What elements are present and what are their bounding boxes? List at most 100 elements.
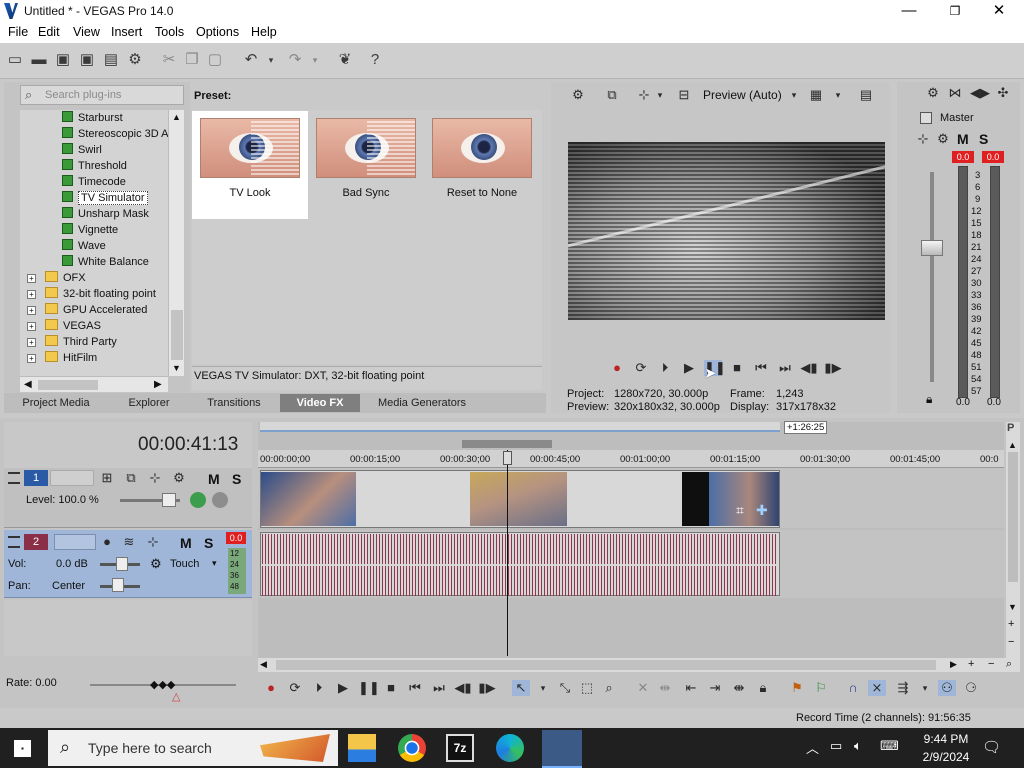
selection-tool-icon[interactable]: ⬚ [578,680,596,696]
tab-project-media[interactable]: Project Media [10,394,102,412]
external-monitor-icon[interactable]: ⧉ [603,87,621,103]
insert-marker-icon[interactable]: ⚑ [788,680,806,696]
h-zoom-in-icon[interactable]: + [968,658,974,670]
notifications-icon[interactable]: 🗨︎ [982,738,1001,756]
preview-properties-gear-icon[interactable]: ⚙ [569,87,587,103]
track-minimize-icon[interactable] [8,536,20,548]
file-explorer-icon[interactable] [348,734,376,762]
automation-mode-icon[interactable]: ⚙ [150,556,162,572]
ripple-edit-icon[interactable]: ⇶ [894,680,912,696]
downmix-icon[interactable]: ◀▶ [970,85,990,101]
network-icon[interactable]: ▭ [830,738,842,754]
audio-track-header[interactable]: 2 ● ≋ ⊹ M S 0.0 12 24 36 48 Vol: 0.0 dB … [4,530,252,598]
record-icon[interactable]: ● [262,680,280,696]
pan-handle[interactable] [112,578,124,592]
normal-edit-tool-icon[interactable]: ↖ [512,680,530,696]
master-gear-icon[interactable]: ⚙ [924,85,942,101]
trim-icon[interactable]: ⇹ [656,680,674,696]
split-icon[interactable]: ⇼ [730,680,748,696]
tree-item-threshold[interactable]: Threshold [62,158,127,174]
tree-folder-third-party[interactable]: + Third Party [27,334,117,350]
loop-region-marker[interactable] [462,440,552,448]
expand-icon[interactable]: + [27,274,36,283]
tab-video-fx[interactable]: Video FX [280,394,360,412]
tree-folder-hitfilm[interactable]: + HitFilm [27,350,97,366]
invert-phase-icon[interactable]: ≋ [120,534,138,550]
scroll-down-icon[interactable]: ▼ [172,363,181,373]
edit-tool-dropdown-icon[interactable]: ▾ [534,680,552,696]
preview-quality-dropdown[interactable]: Preview (Auto) [703,88,782,102]
copy-snapshot-icon[interactable]: ▤ [857,87,875,103]
chrome-icon[interactable] [398,734,426,762]
play-icon[interactable]: ▶ [334,680,352,696]
overlays-dropdown-icon[interactable]: ▾ [829,87,847,103]
master-fader-handle[interactable] [921,240,943,256]
arm-record-icon[interactable]: ● [98,534,116,550]
edge-icon[interactable] [496,734,524,762]
go-to-end-icon[interactable]: ⏭ [776,360,794,376]
copy-icon[interactable]: ❐ [183,51,201,69]
video-track-header[interactable]: 1 ⊞ ⧉ ⊹ ⚙ M S Level: 100.0 % [4,468,252,528]
menu-tools[interactable]: Tools [155,25,184,39]
loop-playback-icon[interactable]: ⟳ [286,680,304,696]
play-from-start-icon[interactable]: ⏵ [656,360,674,376]
menu-insert[interactable]: Insert [111,25,142,39]
tree-item-stereoscopic[interactable]: Stereoscopic 3D A [62,126,168,142]
overlays-grid-icon[interactable]: ▦ [807,87,825,103]
track-minimize-icon[interactable] [8,472,20,484]
delete-icon[interactable]: ✕ [634,680,652,696]
menu-help[interactable]: Help [251,25,277,39]
maximize-button[interactable]: ❐ [932,0,978,22]
tree-item-wave[interactable]: Wave [62,238,106,254]
clock-date[interactable]: 2/9/2024 [916,750,976,764]
scroll-left-icon[interactable]: ◀ [24,379,32,390]
event-fx-icon[interactable]: ✚ [756,502,768,519]
markers-icon[interactable]: P [1007,422,1014,434]
tree-item-timecode[interactable]: Timecode [62,174,126,190]
tab-transitions[interactable]: Transitions [196,394,272,412]
undo-icon[interactable]: ↶ [242,51,260,69]
preset-reset-to-none[interactable]: Reset to None [424,111,540,219]
next-frame-icon[interactable]: ▮▶ [824,360,842,376]
parent-motion-icon[interactable] [212,492,228,508]
audio-solo-button[interactable]: S [204,535,213,551]
menu-options[interactable]: Options [196,25,239,39]
tree-folder-vegas[interactable]: + VEGAS [27,318,101,334]
video-solo-button[interactable]: S [232,471,241,487]
h-zoom-out-icon[interactable]: − [988,658,994,670]
keyboard-icon[interactable]: ⌨ [880,738,899,754]
master-checkbox[interactable] [920,112,932,124]
taskbar-search-box[interactable]: ⌕ Type here to search [48,730,338,766]
speaker-icon[interactable]: ✣ [994,85,1012,101]
insert-region-icon[interactable]: ⚐ [812,680,830,696]
auto-crossfade-icon[interactable]: ⨯ [868,680,886,696]
scroll-thumb-v[interactable] [1008,452,1018,582]
previous-frame-icon[interactable]: ◀▮ [454,680,472,696]
playhead-marker-icon[interactable] [503,451,512,465]
audio-peak-indicator[interactable]: 0.0 [226,532,246,544]
zoom-edit-tool-icon[interactable]: ⌕ [600,680,618,696]
open-folder-icon[interactable]: ▬ [30,51,48,69]
cut-icon[interactable]: ✂ [160,51,178,69]
play-icon[interactable]: ▶ [680,360,698,376]
preset-bad-sync[interactable]: Bad Sync [308,111,424,219]
pause-icon[interactable]: ❚❚ [358,680,380,696]
tree-folder-gpu[interactable]: + GPU Accelerated [27,302,147,318]
previous-frame-icon[interactable]: ◀▮ [800,360,818,376]
timeline-vertical-scrollbar[interactable]: P ▲ ▼ + − [1006,422,1020,672]
ripple-dropdown-icon[interactable]: ▾ [916,680,934,696]
menu-view[interactable]: View [73,25,100,39]
expand-icon[interactable]: + [27,354,36,363]
enable-snapping-icon[interactable]: ❦ [336,51,354,69]
stop-icon[interactable]: ■ [382,680,400,696]
clock-time[interactable]: 9:44 PM [918,732,974,746]
zoom-tool-icon[interactable]: ⌕ [1006,658,1012,671]
loop-playback-icon[interactable]: ⟳ [632,360,650,376]
automation-mode[interactable]: Touch [170,558,199,570]
whats-this-help-icon[interactable]: ? [366,51,384,69]
minimize-button[interactable]: — [886,0,932,22]
vegas-taskbar-icon[interactable] [542,730,582,768]
quality-dropdown-icon[interactable]: ▾ [785,87,803,103]
tree-folder-32bit[interactable]: +32-bit floating point [27,286,156,302]
snapping-icon[interactable]: ∩ [844,680,862,696]
